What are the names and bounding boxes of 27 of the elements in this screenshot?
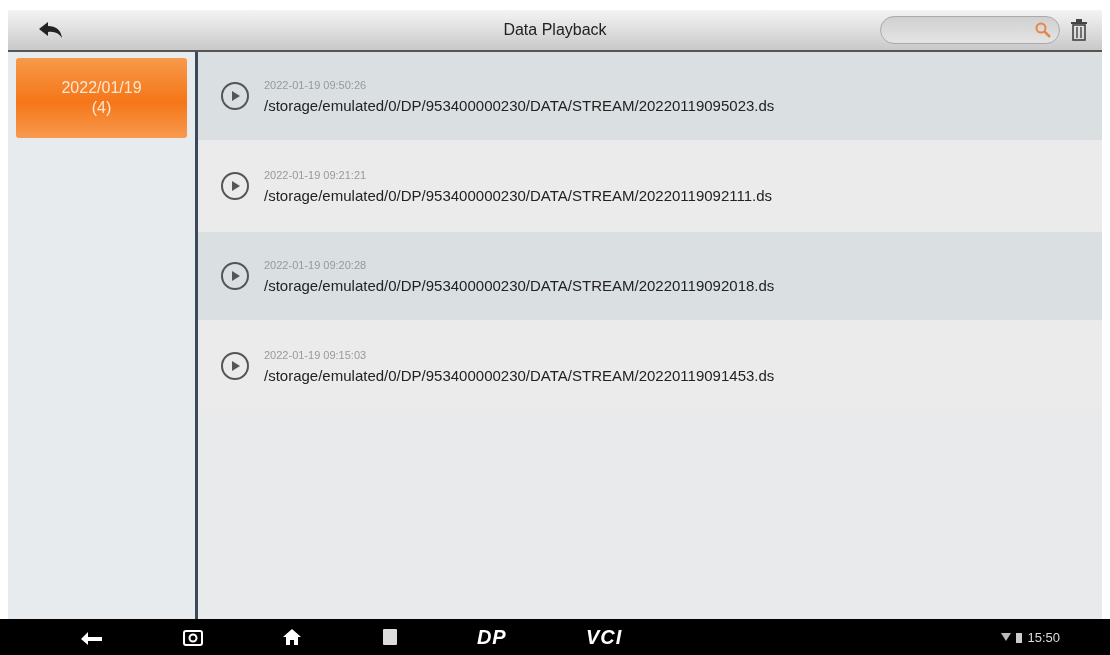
play-icon [220, 261, 250, 291]
record-time: 2022-01-19 09:21:21 [264, 168, 368, 181]
file-path: /storage/emulated/0/DP/953400000230/DATA/STREAM/20220119092018.ds [264, 276, 775, 294]
record-time: 2022-01-19 09:15:03 [264, 348, 368, 361]
play-icon [220, 81, 250, 111]
dp-logo[interactable]: DP [476, 625, 507, 649]
trash-icon [1070, 19, 1088, 41]
home-icon[interactable] [282, 628, 303, 646]
search-icon [1035, 22, 1051, 38]
play-icon [220, 171, 250, 201]
wifi-icon [1001, 633, 1012, 641]
search-field[interactable] [880, 16, 1060, 44]
play-icon [220, 351, 250, 381]
file-path: /storage/emulated/0/DP/953400000230/DATA/STREAM/20220119091453.ds [264, 366, 775, 384]
record-time: 2022-01-19 09:50:26 [264, 78, 368, 91]
record-time: 2022-01-19 09:20:28 [264, 258, 368, 271]
record-row[interactable]: 2022-01-19 09:50:26 /storage/emulated/0/DP/953400000230/DATA/STREAM/20220119095023.ds [198, 52, 1102, 140]
camera-icon[interactable] [183, 628, 204, 646]
window-title: Data Playback [503, 21, 607, 39]
back-arrow-icon [38, 21, 64, 39]
file-path: /storage/emulated/0/DP/953400000230/DATA/STREAM/20220119095023.ds [264, 96, 775, 114]
clock: 15:50 [1027, 629, 1060, 645]
recent-apps-icon[interactable] [381, 628, 398, 646]
file-path: /storage/emulated/0/DP/953400000230/DATA/STREAM/20220119092111.ds [264, 186, 773, 204]
battery-icon [1016, 631, 1023, 643]
vci-logo[interactable]: VCI [585, 625, 623, 649]
record-row[interactable]: 2022-01-19 09:20:28 /storage/emulated/0/DP/953400000230/DATA/STREAM/20220119092018.ds [198, 232, 1102, 320]
